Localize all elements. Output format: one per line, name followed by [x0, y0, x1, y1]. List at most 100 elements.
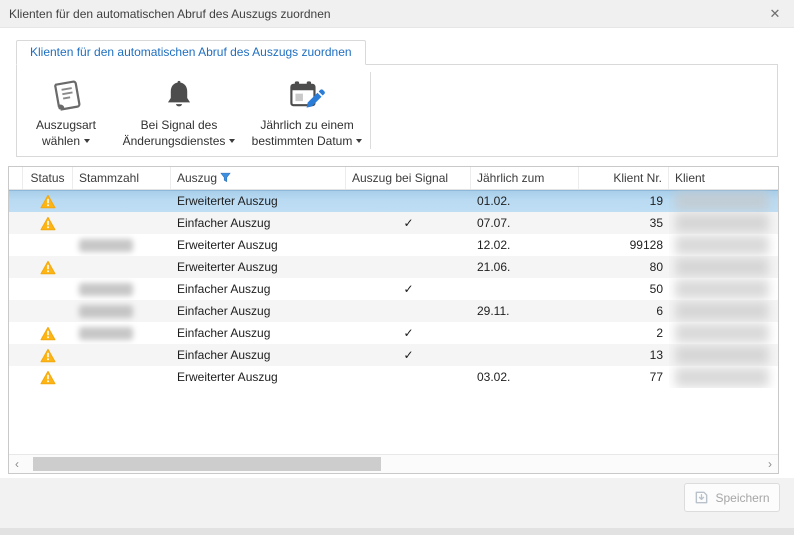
- auszug-cell: Erweiterter Auszug: [171, 234, 346, 256]
- stammzahl-cell: [73, 190, 171, 212]
- save-button[interactable]: Speichern: [684, 483, 780, 512]
- status-cell: [23, 212, 73, 234]
- auszug-bei-signal-cell: ✓: [346, 344, 471, 366]
- row-indicator-cell: [9, 278, 23, 300]
- klient-cell: [669, 234, 778, 256]
- jaehrlich-zum-cell: 01.02.: [471, 190, 579, 212]
- row-indicator-cell: [9, 300, 23, 322]
- toolbar-separator: [370, 72, 371, 149]
- button-label-line2: Änderungsdienstes: [123, 134, 236, 150]
- table-row[interactable]: Erweiterter Auszug 21.06.80: [9, 256, 778, 278]
- warning-icon: [40, 260, 56, 275]
- header-klient[interactable]: Klient: [669, 167, 778, 189]
- table-row[interactable]: Einfacher Auszug29.11.6: [9, 300, 778, 322]
- klient-nr-cell: 50: [579, 278, 669, 300]
- status-cell: [23, 300, 73, 322]
- stammzahl-cell: [73, 212, 171, 234]
- header-auszug[interactable]: Auszug: [171, 167, 346, 189]
- table-row[interactable]: Erweiterter Auszug03.02.77: [9, 366, 778, 388]
- stammzahl-cell: [73, 300, 171, 322]
- table-row[interactable]: Erweiterter Auszug12.02.99128: [9, 234, 778, 256]
- save-label: Speichern: [715, 491, 769, 505]
- button-label-line1: Auszugsart: [36, 118, 96, 134]
- table-row[interactable]: Erweiterter Auszug 01.02.19: [9, 190, 778, 212]
- klient-nr-cell: 77: [579, 366, 669, 388]
- jaehrlich-zum-cell: 29.11.: [471, 300, 579, 322]
- redacted-stammzahl: [79, 239, 133, 252]
- table-row[interactable]: Einfacher Auszug✓2: [9, 322, 778, 344]
- redacted-stammzahl: [79, 327, 133, 340]
- scroll-left-icon[interactable]: ‹: [9, 456, 25, 473]
- auszug-cell: Erweiterter Auszug: [171, 256, 346, 278]
- auszug-bei-signal-cell: [346, 366, 471, 388]
- redacted-klient: [675, 279, 769, 299]
- klient-cell: [669, 278, 778, 300]
- redacted-klient: [675, 213, 769, 233]
- filter-icon[interactable]: [220, 172, 231, 183]
- scrollbar-thumb[interactable]: [33, 457, 381, 471]
- redacted-klient: [675, 345, 769, 365]
- klient-nr-cell: 35: [579, 212, 669, 234]
- stammzahl-cell: [73, 256, 171, 278]
- tab-strip: Klienten für den automatischen Abruf des…: [16, 40, 778, 64]
- jaehrlich-datum-button[interactable]: Jährlich zu einem bestimmten Datum: [246, 68, 368, 153]
- header-stammzahl[interactable]: Stammzahl: [73, 167, 171, 189]
- auszug-cell: Einfacher Auszug: [171, 300, 346, 322]
- dropdown-arrow-icon: [229, 139, 235, 143]
- auszug-cell: Einfacher Auszug: [171, 212, 346, 234]
- klient-nr-cell: 13: [579, 344, 669, 366]
- header-jaehrlich-zum[interactable]: Jährlich zum: [471, 167, 579, 189]
- klient-cell: [669, 256, 778, 278]
- warning-icon: [40, 194, 56, 209]
- stammzahl-cell: [73, 366, 171, 388]
- dropdown-arrow-icon: [356, 139, 362, 143]
- header-auszug-bei-signal[interactable]: Auszug bei Signal: [346, 167, 471, 189]
- klient-cell: [669, 344, 778, 366]
- button-label-line2: bestimmten Datum: [252, 134, 363, 150]
- klient-nr-cell: 19: [579, 190, 669, 212]
- calendar-edit-icon: [288, 72, 326, 118]
- stammzahl-cell: [73, 234, 171, 256]
- table-row[interactable]: Einfacher Auszug✓ 50: [9, 278, 778, 300]
- jaehrlich-zum-cell: 21.06.: [471, 256, 579, 278]
- document-icon: [47, 72, 85, 118]
- bei-signal-button[interactable]: Bei Signal des Änderungsdienstes: [112, 68, 246, 153]
- klient-nr-cell: 80: [579, 256, 669, 278]
- save-icon: [694, 490, 709, 505]
- scroll-right-icon[interactable]: ›: [762, 456, 778, 473]
- header-status[interactable]: Status: [23, 167, 73, 189]
- klient-nr-cell: 2: [579, 322, 669, 344]
- jaehrlich-zum-cell: 07.07.: [471, 212, 579, 234]
- auszugsart-waehlen-button[interactable]: Auszugsart wählen: [20, 68, 112, 153]
- close-button[interactable]: ✕: [766, 5, 784, 23]
- warning-icon: [40, 326, 56, 341]
- row-indicator-cell: [9, 256, 23, 278]
- redacted-klient: [675, 235, 769, 255]
- ribbon-toolbar: Auszugsart wählen Bei Signal des Änderun…: [16, 64, 778, 157]
- jaehrlich-zum-cell: [471, 322, 579, 344]
- status-cell: [23, 344, 73, 366]
- row-indicator-cell: [9, 344, 23, 366]
- table-row[interactable]: Einfacher Auszug✓07.07.35: [9, 212, 778, 234]
- stammzahl-cell: [73, 344, 171, 366]
- clients-table: Status Stammzahl Auszug Auszug bei Signa…: [8, 166, 779, 474]
- auszug-cell: Erweiterter Auszug: [171, 366, 346, 388]
- auszug-bei-signal-cell: ✓: [346, 278, 471, 300]
- stammzahl-cell: [73, 322, 171, 344]
- horizontal-scrollbar[interactable]: ‹ ›: [9, 454, 778, 473]
- auszug-bei-signal-cell: [346, 256, 471, 278]
- header-klient-nr[interactable]: Klient Nr.: [579, 167, 669, 189]
- row-indicator-cell: [9, 212, 23, 234]
- table-row[interactable]: Einfacher Auszug✓13: [9, 344, 778, 366]
- button-label-line1: Bei Signal des: [141, 118, 218, 134]
- klient-cell: [669, 190, 778, 212]
- bell-icon: [162, 72, 196, 118]
- tab-klienten-zuordnen[interactable]: Klienten für den automatischen Abruf des…: [16, 40, 366, 65]
- status-cell: [23, 322, 73, 344]
- klient-cell: [669, 366, 778, 388]
- auszug-bei-signal-cell: ✓: [346, 322, 471, 344]
- row-indicator-cell: [9, 190, 23, 212]
- status-cell: [23, 278, 73, 300]
- auszug-cell: Erweiterter Auszug: [171, 190, 346, 212]
- auszug-cell: Einfacher Auszug: [171, 278, 346, 300]
